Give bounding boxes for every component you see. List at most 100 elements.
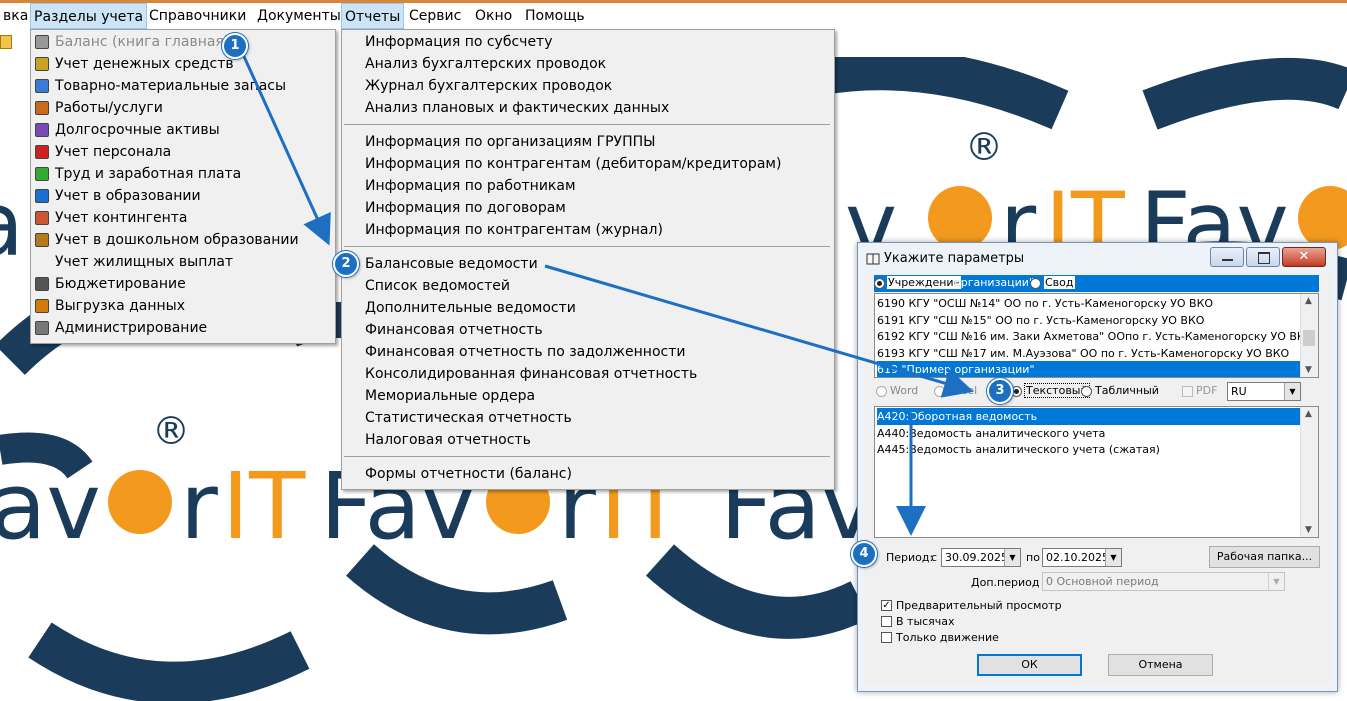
org-list-scrollbar[interactable]: ▲ ▼	[1300, 294, 1318, 377]
organization-row[interactable]: 619 "Пример организации"	[877, 361, 1302, 377]
reports-menu-item[interactable]: Финансовая отчетность по задолженности	[365, 341, 685, 363]
reports-menu-item[interactable]: Формы отчетности (баланс)	[365, 463, 572, 485]
sections-menu-item[interactable]: Учет в образовании	[55, 185, 201, 207]
reports-menu-item[interactable]: Статистическая отчетность	[365, 407, 572, 429]
radio-word[interactable]	[876, 386, 887, 397]
export-icon	[35, 299, 49, 313]
date-from-field[interactable]: 30.09.2025 ▼	[941, 548, 1021, 567]
date-to-value: 02.10.2025	[1046, 551, 1109, 564]
reports-list-scrollbar[interactable]: ▲ ▼	[1300, 407, 1318, 537]
svg-text:av: av	[0, 453, 101, 560]
scroll-thumb[interactable]	[1303, 330, 1315, 346]
menu-service[interactable]: Сервис	[406, 3, 464, 29]
reports-menu-item[interactable]: Финансовая отчетность	[365, 319, 543, 341]
reports-menu-item[interactable]: Информация по контрагентам (дебиторам/кр…	[365, 153, 781, 175]
report-form-row[interactable]: А420:Оборотная ведомость	[877, 408, 1302, 425]
sections-menu-item[interactable]: Учет жилищных выплат	[55, 251, 233, 273]
reports-menu-item[interactable]: Информация по субсчету	[365, 31, 553, 53]
reports-menu-item[interactable]: Дополнительные ведомости	[365, 297, 576, 319]
scroll-down-icon[interactable]: ▼	[1305, 365, 1312, 375]
sections-menu-item[interactable]: Администрирование	[55, 317, 207, 339]
chevron-down-icon[interactable]: ▼	[1284, 383, 1300, 400]
pdf-checkbox[interactable]	[1182, 386, 1193, 397]
organization-row[interactable]: 6192 КГУ "СШ №16 им. Заки Ахметова" ООпо…	[877, 328, 1313, 345]
menu-help[interactable]: Помощь	[522, 3, 588, 29]
contingent-icon	[35, 211, 49, 225]
svg-text:®: ®	[152, 409, 190, 453]
sections-menu-item[interactable]: Труд и заработная плата	[55, 163, 241, 185]
reports-menu-item[interactable]: Информация по работникам	[365, 175, 576, 197]
reports-menu-item[interactable]: Информация по контрагентам (журнал)	[365, 219, 663, 241]
organization-row[interactable]: 6190 КГУ "ОСШ №14" ОО по г. Усть-Каменог…	[877, 295, 1302, 312]
menu-window[interactable]: Окно	[472, 3, 515, 29]
sections-menu-item[interactable]: Баланс (книга главная)	[55, 31, 229, 53]
radio-summary[interactable]	[1030, 278, 1041, 289]
radio-table[interactable]	[1081, 386, 1092, 397]
reports-menu-item[interactable]: Журнал бухгалтерских проводок	[365, 75, 612, 97]
scroll-up-icon[interactable]: ▲	[1305, 296, 1312, 306]
date-to-field[interactable]: 02.10.2025 ▼	[1042, 548, 1122, 567]
sections-menu-item[interactable]: Бюджетирование	[55, 273, 186, 295]
reports-menu-item[interactable]: Мемориальные ордера	[365, 385, 535, 407]
radio-institution[interactable]	[874, 278, 885, 289]
svg-text:a: a	[0, 173, 24, 276]
calendar-dropdown-icon[interactable]: ▼	[1105, 549, 1121, 566]
report-form-row[interactable]: А445:Ведомость аналитического учета (сжа…	[877, 441, 1302, 458]
scroll-down-icon[interactable]: ▼	[1305, 525, 1312, 535]
report-forms-list[interactable]: А420:Оборотная ведомость А440:Ведомость а…	[874, 406, 1319, 538]
scroll-up-icon[interactable]: ▲	[1305, 409, 1312, 419]
extra-period-select[interactable]: 0 Основной период ▼	[1042, 572, 1285, 591]
sections-menu-item[interactable]: Работы/услуги	[55, 97, 163, 119]
menu-sections[interactable]: Разделы учета	[30, 3, 148, 29]
reports-menu-item[interactable]: Информация по организациям ГРУППЫ	[365, 131, 656, 153]
radio-excel[interactable]	[934, 386, 945, 397]
sections-menu-item[interactable]: Учет в дошкольном образовании	[55, 229, 299, 251]
menu-service-cut[interactable]: вка	[0, 3, 31, 29]
dialog-title: Укажите параметры	[884, 251, 1025, 266]
minimize-icon	[1222, 259, 1233, 261]
toolbar-folder-icon[interactable]	[0, 35, 12, 49]
cancel-button[interactable]: Отмена	[1108, 654, 1213, 676]
reports-menu-item[interactable]: Анализ плановых и фактических данных	[365, 97, 669, 119]
close-icon: ✕	[1298, 249, 1310, 264]
work-folder-button[interactable]: Рабочая папка...	[1209, 546, 1320, 568]
step-badge-4: 4	[851, 541, 877, 567]
close-button[interactable]: ✕	[1282, 247, 1326, 267]
organizations-list[interactable]: 6190 КГУ "ОСШ №14" ОО по г. Усть-Каменог…	[874, 293, 1319, 378]
thousands-checkbox[interactable]	[881, 616, 892, 627]
calendar-dropdown-icon[interactable]: ▼	[1004, 549, 1020, 566]
radio-summary-label: Свод	[1044, 276, 1075, 289]
ok-button[interactable]: ОК	[977, 654, 1082, 676]
report-form-row[interactable]: А440:Ведомость аналитического учета	[877, 425, 1302, 442]
preview-checkbox[interactable]: ✓	[881, 600, 892, 611]
reports-menu-item[interactable]: Консолидированная финансовая отчетность	[365, 363, 697, 385]
reports-menu-item[interactable]: Список ведомостей	[365, 275, 510, 297]
menu-documents[interactable]: Документы	[254, 3, 344, 29]
menu-bar: вка Разделы учета Справочники Документы …	[0, 3, 1347, 29]
movement-only-checkbox[interactable]	[881, 632, 892, 643]
sections-menu-item[interactable]: Долгосрочные активы	[55, 119, 220, 141]
language-select[interactable]: RU ▼	[1227, 382, 1301, 401]
reports-dropdown: Информация по субсчету Анализ бухгалтерск…	[341, 29, 835, 490]
sections-menu-item[interactable]: Товарно-материальные запасы	[55, 75, 286, 97]
sections-menu-item[interactable]: Учет персонала	[55, 141, 171, 163]
maximize-button[interactable]	[1246, 247, 1280, 267]
minimize-button[interactable]	[1210, 247, 1244, 267]
organization-row[interactable]: 6191 КГУ "СШ №15" ОО по г. Усть-Каменого…	[877, 312, 1302, 329]
education-icon	[35, 189, 49, 203]
menu-reports[interactable]: Отчеты	[341, 3, 405, 29]
reports-menu-item[interactable]: Налоговая отчетность	[365, 429, 531, 451]
assets-icon	[35, 123, 49, 137]
menu-directories[interactable]: Справочники	[146, 3, 249, 29]
reports-menu-item[interactable]: Анализ бухгалтерских проводок	[365, 53, 606, 75]
date-from-value: 30.09.2025	[945, 551, 1008, 564]
chevron-down-icon[interactable]: ▼	[1268, 573, 1284, 590]
sections-menu-item[interactable]: Учет денежных средств	[55, 53, 234, 75]
reports-menu-item[interactable]: Балансовые ведомости	[365, 253, 538, 275]
organization-row[interactable]: 6193 КГУ "СШ №17 им. М.Ауэзова" ОО по г.…	[877, 345, 1302, 362]
sections-menu-item[interactable]: Учет контингента	[55, 207, 187, 229]
sections-dropdown: Баланс (книга главная) Учет денежных сред…	[30, 29, 336, 344]
movement-only-label: Только движение	[896, 631, 999, 644]
reports-menu-item[interactable]: Информация по договорам	[365, 197, 566, 219]
sections-menu-item[interactable]: Выгрузка данных	[55, 295, 185, 317]
